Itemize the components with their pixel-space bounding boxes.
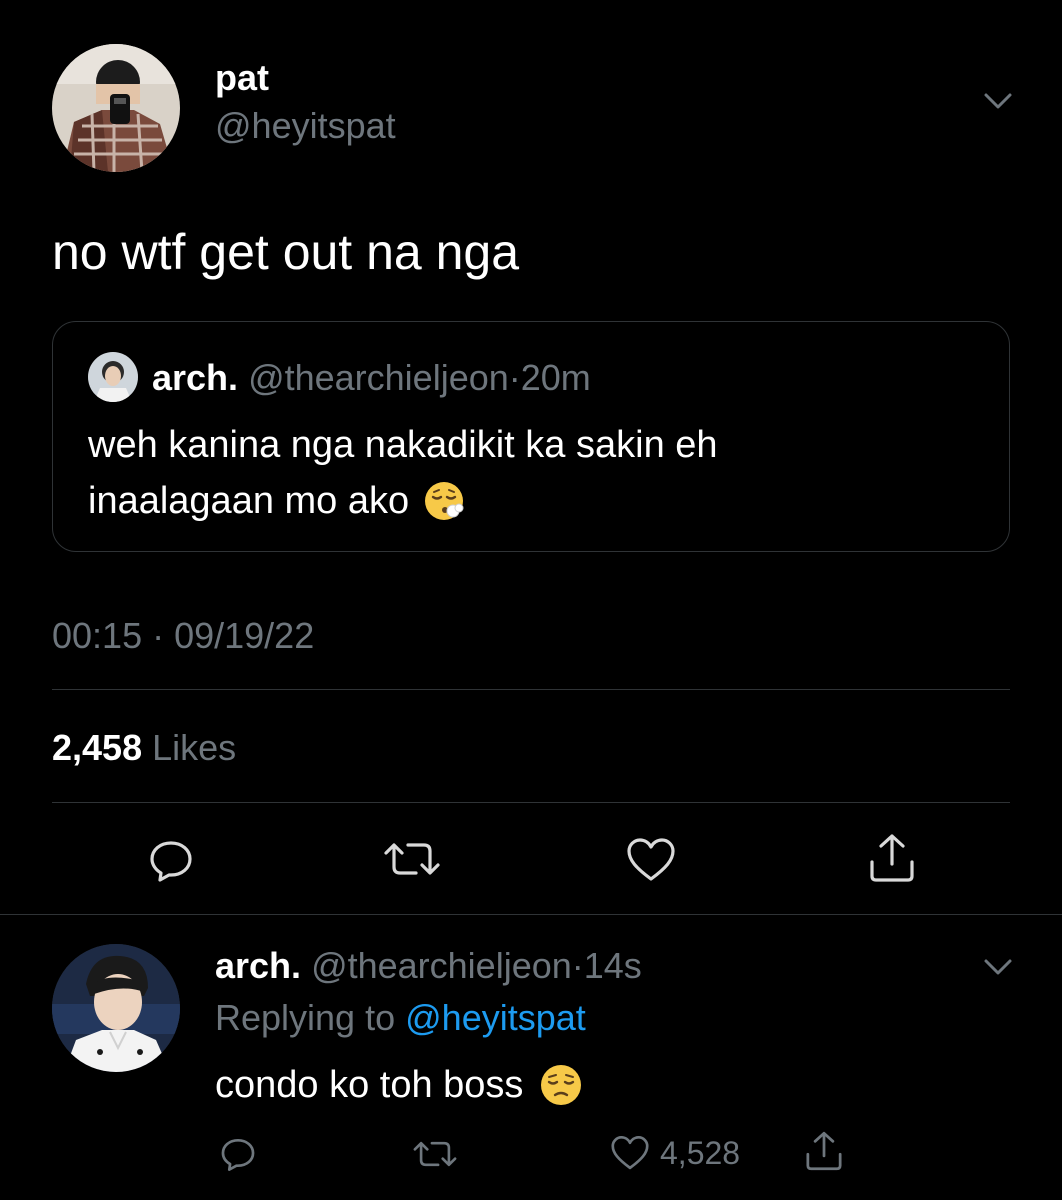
reply-icon [221, 1138, 255, 1171]
retweet-button[interactable] [411, 1137, 459, 1171]
quoted-author-name[interactable]: arch. [152, 357, 238, 398]
retweet-button[interactable] [382, 837, 442, 881]
avatar-image [88, 352, 138, 402]
avatar-image [52, 944, 180, 1072]
quoted-text-line2: inaalagaan mo ako [88, 480, 410, 522]
reply-menu-button[interactable] [978, 952, 1018, 982]
like-icon [610, 1135, 650, 1171]
reply-separator: · [571, 945, 584, 986]
pensive-face-emoji [539, 1063, 583, 1107]
avatar-image [52, 44, 180, 172]
reply-time[interactable]: 14s [584, 945, 642, 986]
reply-header: arch. @thearchieljeon·14s [215, 944, 642, 988]
face-exhaling-emoji [423, 480, 465, 522]
replying-to: Replying to @heyitspat [215, 996, 586, 1040]
quoted-author-avatar [88, 352, 138, 402]
reply-text-row: condo ko toh boss [215, 1060, 583, 1110]
chevron-down-icon [984, 959, 1012, 975]
replying-to-label: Replying to [215, 997, 396, 1038]
reply-text: condo ko toh boss [215, 1064, 524, 1106]
like-button[interactable] [626, 837, 676, 883]
divider [0, 914, 1062, 915]
likes-count: 2,458 [52, 727, 143, 768]
reply-author-avatar[interactable] [52, 944, 180, 1072]
quoted-text-line2-row: inaalagaan mo ako [88, 478, 465, 524]
like-count: 4,528 [660, 1135, 741, 1171]
reply-button[interactable] [147, 835, 195, 883]
retweet-icon [384, 843, 440, 875]
share-icon [870, 834, 914, 882]
quoted-text-line1: weh kanina nga nakadikit ka sakin eh [88, 424, 718, 466]
reply-author-handle[interactable]: @thearchieljeon [311, 945, 572, 986]
tweet-text: no wtf get out na nga [52, 224, 520, 280]
reply-author-name[interactable]: arch. [215, 945, 301, 986]
reply-icon [150, 841, 192, 882]
chevron-down-icon [984, 93, 1012, 109]
tweet-timestamp[interactable]: 00:15 · 09/19/22 [52, 614, 314, 658]
author-handle[interactable]: @heyitspat [215, 104, 396, 148]
share-button[interactable] [803, 1130, 845, 1172]
quoted-header: arch. @thearchieljeon·20m [152, 356, 591, 400]
reply-button[interactable] [219, 1134, 257, 1172]
divider [52, 802, 1010, 803]
author-name[interactable]: pat [215, 56, 269, 100]
share-button[interactable] [866, 832, 918, 884]
retweet-icon [413, 1141, 457, 1167]
like-button[interactable]: 4,528 [610, 1132, 740, 1174]
quoted-author-handle[interactable]: @thearchieljeon [248, 357, 509, 398]
tweet-menu-button[interactable] [978, 86, 1018, 116]
likes-summary[interactable]: 2,458 Likes [52, 726, 236, 770]
author-avatar[interactable] [52, 44, 180, 172]
quoted-time[interactable]: 20m [521, 357, 591, 398]
share-icon [806, 1131, 842, 1171]
quoted-separator: · [508, 357, 521, 398]
like-icon [627, 838, 675, 881]
replying-to-handle[interactable]: @heyitspat [405, 997, 586, 1038]
divider [52, 689, 1010, 690]
likes-label: Likes [152, 727, 237, 768]
